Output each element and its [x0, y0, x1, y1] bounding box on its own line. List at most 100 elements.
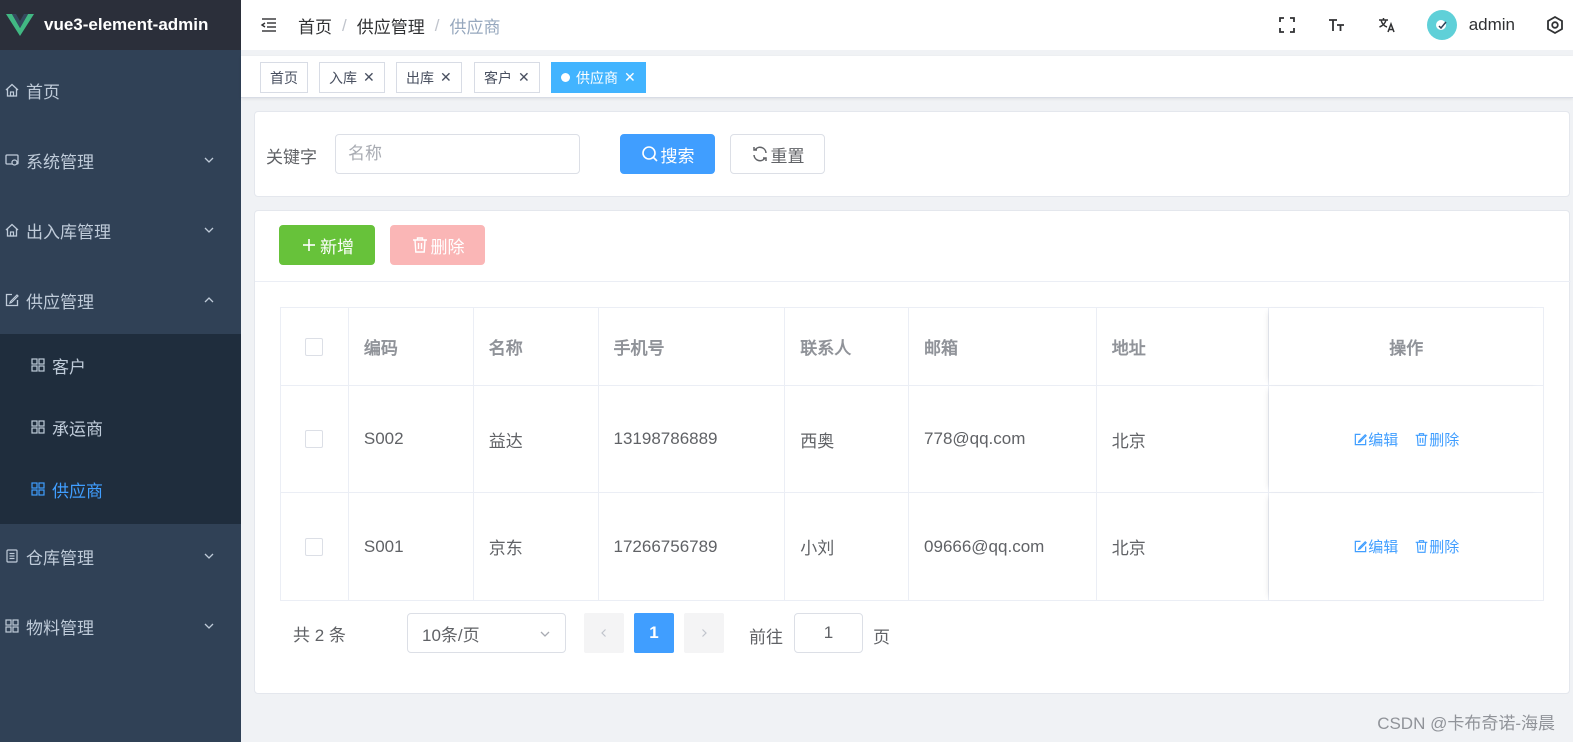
page-size-value: 10条/页: [422, 625, 480, 645]
translate-icon[interactable]: [1377, 15, 1397, 35]
username[interactable]: admin: [1469, 15, 1515, 35]
avatar[interactable]: [1426, 10, 1457, 40]
close-icon[interactable]: ✕: [440, 69, 452, 86]
grid-icon: [30, 419, 46, 435]
search-icon: [641, 146, 658, 162]
trash-icon: [412, 237, 427, 253]
sidebar-item-label: 首页: [26, 82, 60, 102]
tag-label: 入库: [329, 69, 357, 86]
chevron-left-icon: [601, 629, 606, 637]
edit-link[interactable]: 编辑: [1353, 536, 1398, 557]
add-button[interactable]: 新增: [279, 225, 375, 265]
header-phone: 手机号: [599, 308, 786, 385]
goto-label: 前往: [749, 628, 783, 647]
sidebar-item-label: 供应商: [52, 481, 103, 501]
header-email: 邮箱: [909, 308, 1097, 385]
sidebar-item-label: 仓库管理: [26, 548, 94, 568]
sidebar-item-supplier[interactable]: 供应商: [0, 464, 241, 514]
chevron-down-icon: [540, 631, 550, 637]
tag-label: 供应商: [576, 69, 618, 86]
sidebar-item-customer[interactable]: 客户: [0, 340, 241, 390]
cell-contact: 小刘: [785, 493, 910, 600]
breadcrumb-separator: /: [342, 15, 347, 35]
sidebar-item-label: 出入库管理: [26, 222, 111, 242]
tag-outbound[interactable]: 出库 ✕: [396, 62, 462, 93]
logo[interactable]: vue3-element-admin: [0, 0, 241, 50]
cell-email: 778@qq.com: [909, 386, 1097, 492]
cell-actions: 编辑 删除: [1269, 493, 1543, 600]
chevron-down-icon: [204, 553, 214, 559]
delete-link[interactable]: 删除: [1414, 429, 1459, 450]
cell-contact: 西奥: [785, 386, 910, 492]
add-button-label: 新增: [320, 237, 354, 257]
sidebar-item-material[interactable]: 物料管理: [0, 598, 241, 654]
sidebar-item-home[interactable]: 首页: [0, 62, 241, 118]
sidebar-item-carrier[interactable]: 承运商: [0, 402, 241, 452]
cell-phone: 17266756789: [599, 493, 786, 600]
navbar-right-menu: admin: [1277, 0, 1573, 50]
select-all-checkbox[interactable]: [305, 337, 324, 356]
row-checkbox[interactable]: [305, 430, 324, 448]
table-header-row: 编码 名称 手机号 联系人 邮箱 地址 操作: [281, 308, 1543, 386]
close-icon[interactable]: ✕: [518, 69, 530, 86]
tag-inbound[interactable]: 入库 ✕: [319, 62, 385, 93]
sidebar-item-warehouse[interactable]: 仓库管理: [0, 528, 241, 584]
prev-page-button[interactable]: [584, 613, 624, 653]
hamburger-icon[interactable]: [259, 15, 279, 35]
edit-icon: [4, 292, 20, 308]
sidebar-item-supply[interactable]: 供应管理: [0, 272, 241, 328]
breadcrumb-current: 供应商: [449, 18, 501, 37]
cell-address: 北京: [1097, 493, 1270, 600]
breadcrumb-separator: /: [434, 15, 440, 35]
main-panel: 新增 删除 编码 名称 手机号 联系人 邮箱 地址 操作 S002 益达 131…: [254, 210, 1571, 694]
next-page-button[interactable]: [684, 613, 724, 653]
goto-page-input[interactable]: [794, 613, 863, 653]
font-size-icon[interactable]: [1327, 15, 1347, 35]
tag-customer[interactable]: 客户 ✕: [474, 62, 540, 93]
keyword-input[interactable]: [335, 134, 580, 174]
breadcrumb-home[interactable]: 首页: [298, 13, 332, 38]
header-checkbox-cell: [281, 308, 349, 385]
delete-link[interactable]: 删除: [1414, 536, 1459, 557]
header-actions: 操作: [1269, 308, 1543, 385]
grid-icon: [4, 618, 20, 634]
tag-home[interactable]: 首页: [260, 62, 308, 93]
header-name: 名称: [474, 308, 599, 385]
edit-link-label: 编辑: [1368, 539, 1399, 556]
row-checkbox-cell: [281, 493, 349, 600]
tags-view: 首页 入库 ✕ 出库 ✕ 客户 ✕ 供应商 ✕: [241, 56, 1573, 98]
search-button[interactable]: 搜索: [620, 134, 715, 174]
chevron-up-icon: [204, 297, 214, 303]
sidebar-item-inventory[interactable]: 出入库管理: [0, 202, 241, 258]
header-contact: 联系人: [785, 308, 910, 385]
breadcrumb-supply[interactable]: 供应管理: [357, 13, 425, 38]
table-row: S002 益达 13198786889 西奥 778@qq.com 北京 编辑 …: [281, 386, 1543, 493]
breadcrumb: 首页 / 供应管理 / 供应商: [298, 13, 500, 38]
cell-address: 北京: [1097, 386, 1270, 492]
active-dot-icon: [561, 73, 570, 82]
sidebar-item-label: 承运商: [52, 419, 103, 439]
tag-label: 客户: [484, 69, 512, 86]
reset-button[interactable]: 重置: [730, 134, 825, 174]
edit-link-label: 编辑: [1368, 431, 1399, 449]
cell-actions: 编辑 删除: [1269, 386, 1543, 492]
sidebar-item-label: 客户: [52, 357, 86, 377]
search-button-label: 搜索: [660, 146, 695, 166]
page-suffix: 页: [873, 628, 890, 647]
batch-delete-button[interactable]: 删除: [390, 225, 485, 265]
tag-supplier[interactable]: 供应商 ✕: [551, 62, 646, 93]
row-checkbox[interactable]: [305, 537, 324, 556]
table-row: S001 京东 17266756789 小刘 09666@qq.com 北京 编…: [281, 493, 1543, 600]
page-size-select[interactable]: 10条/页: [407, 613, 566, 653]
fullscreen-icon[interactable]: [1277, 15, 1297, 35]
close-icon[interactable]: ✕: [624, 69, 636, 86]
page-number-button[interactable]: 1: [634, 613, 674, 653]
settings-icon[interactable]: [1545, 15, 1565, 35]
close-icon[interactable]: ✕: [363, 69, 375, 86]
sidebar: vue3-element-admin 首页 系统管理 出入库管理 供应管理 客户: [0, 0, 241, 742]
edit-link[interactable]: 编辑: [1353, 429, 1398, 450]
header-code: 编码: [349, 308, 474, 385]
chevron-down-icon: [204, 227, 214, 233]
sidebar-item-system[interactable]: 系统管理: [0, 132, 241, 188]
cell-code: S002: [349, 386, 474, 492]
